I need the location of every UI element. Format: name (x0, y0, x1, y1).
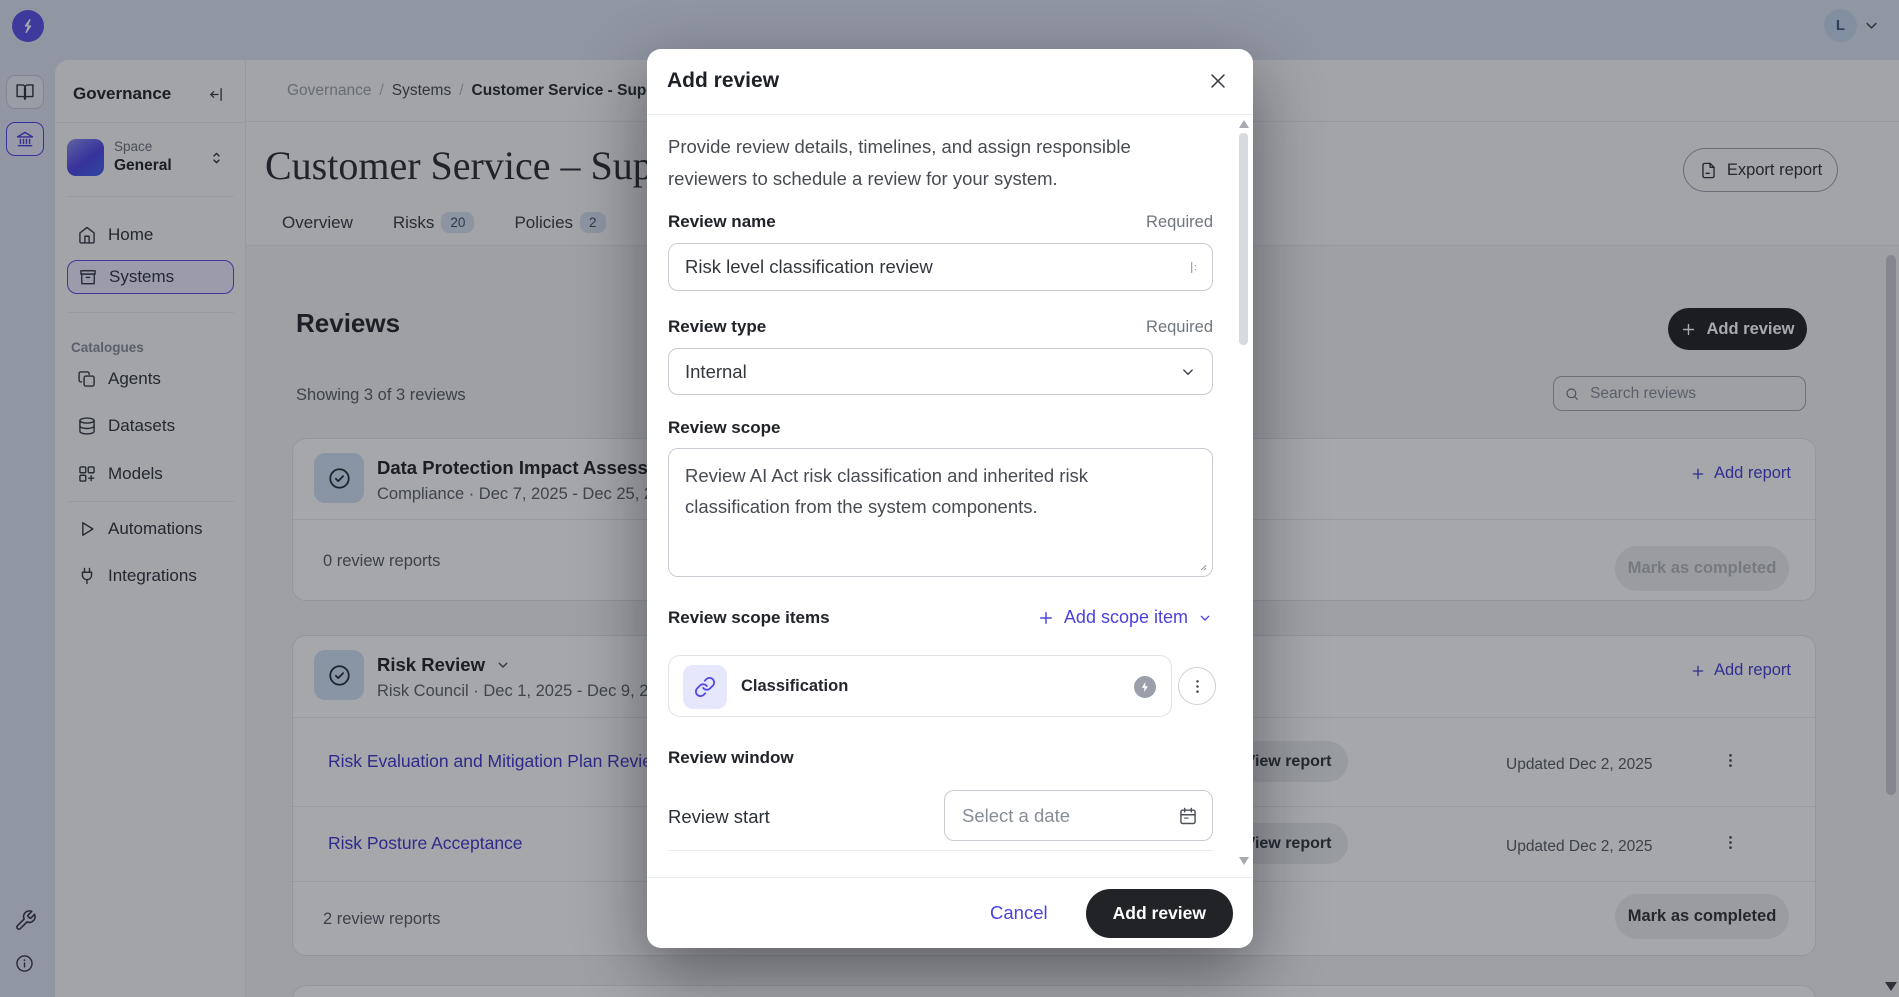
modal-scrollbar-down-arrow[interactable] (1239, 857, 1249, 865)
review-type-value: Internal (685, 361, 747, 383)
chevron-down-icon (1179, 363, 1197, 381)
scope-item-name: Classification (741, 677, 848, 696)
review-start-date-field (944, 790, 1213, 841)
review-scope-label-row: Review scope (668, 418, 1213, 438)
modal-title: Add review (667, 69, 779, 93)
review-name-field (668, 243, 1213, 291)
modal-footer: Cancel Add review (647, 877, 1253, 948)
auto-generated-bolt-icon (1134, 676, 1156, 698)
review-type-label: Review type (668, 317, 766, 337)
review-scope-field (668, 448, 1213, 577)
scope-item-classification: Classification (668, 655, 1172, 717)
review-name-label: Review name (668, 212, 776, 232)
modal-scrollbar-thumb[interactable] (1239, 133, 1248, 345)
modal-description: Provide review details, timelines, and a… (668, 131, 1173, 195)
text-cursor-icon (1185, 259, 1201, 276)
review-scope-textarea[interactable] (669, 449, 1212, 576)
screen: L Governance Space General Home (0, 0, 1899, 997)
cancel-button[interactable]: Cancel (990, 902, 1048, 924)
close-icon[interactable] (1207, 70, 1229, 92)
review-name-input[interactable] (669, 244, 1212, 290)
calendar-icon[interactable] (1178, 806, 1198, 826)
review-scope-items-label: Review scope items (668, 608, 830, 628)
review-start-date-input[interactable] (945, 791, 1212, 840)
review-window-label: Review window (668, 748, 794, 768)
review-start-label: Review start (668, 806, 770, 828)
review-scope-label: Review scope (668, 418, 780, 438)
scope-item-kebab-menu[interactable] (1178, 667, 1216, 705)
required-label: Required (1146, 318, 1213, 337)
divider (668, 850, 1213, 851)
review-type-select[interactable]: Internal (668, 348, 1213, 395)
required-label: Required (1146, 213, 1213, 232)
resize-handle-icon[interactable] (1195, 559, 1208, 572)
scope-items-header: Review scope items Add scope item (668, 607, 1213, 628)
plus-icon (1037, 609, 1055, 627)
review-name-label-row: Review name Required (668, 212, 1213, 232)
chevron-down-icon (1197, 610, 1213, 626)
review-type-label-row: Review type Required (668, 317, 1213, 337)
link-icon (683, 665, 727, 709)
modal-header: Add review (647, 49, 1253, 115)
modal-scrollbar-up-arrow[interactable] (1239, 120, 1249, 128)
add-scope-item-button[interactable]: Add scope item (1037, 607, 1213, 628)
add-review-modal: Add review Provide review details, timel… (647, 49, 1253, 948)
submit-add-review-button[interactable]: Add review (1086, 889, 1233, 938)
modal-body: Provide review details, timelines, and a… (647, 115, 1253, 877)
